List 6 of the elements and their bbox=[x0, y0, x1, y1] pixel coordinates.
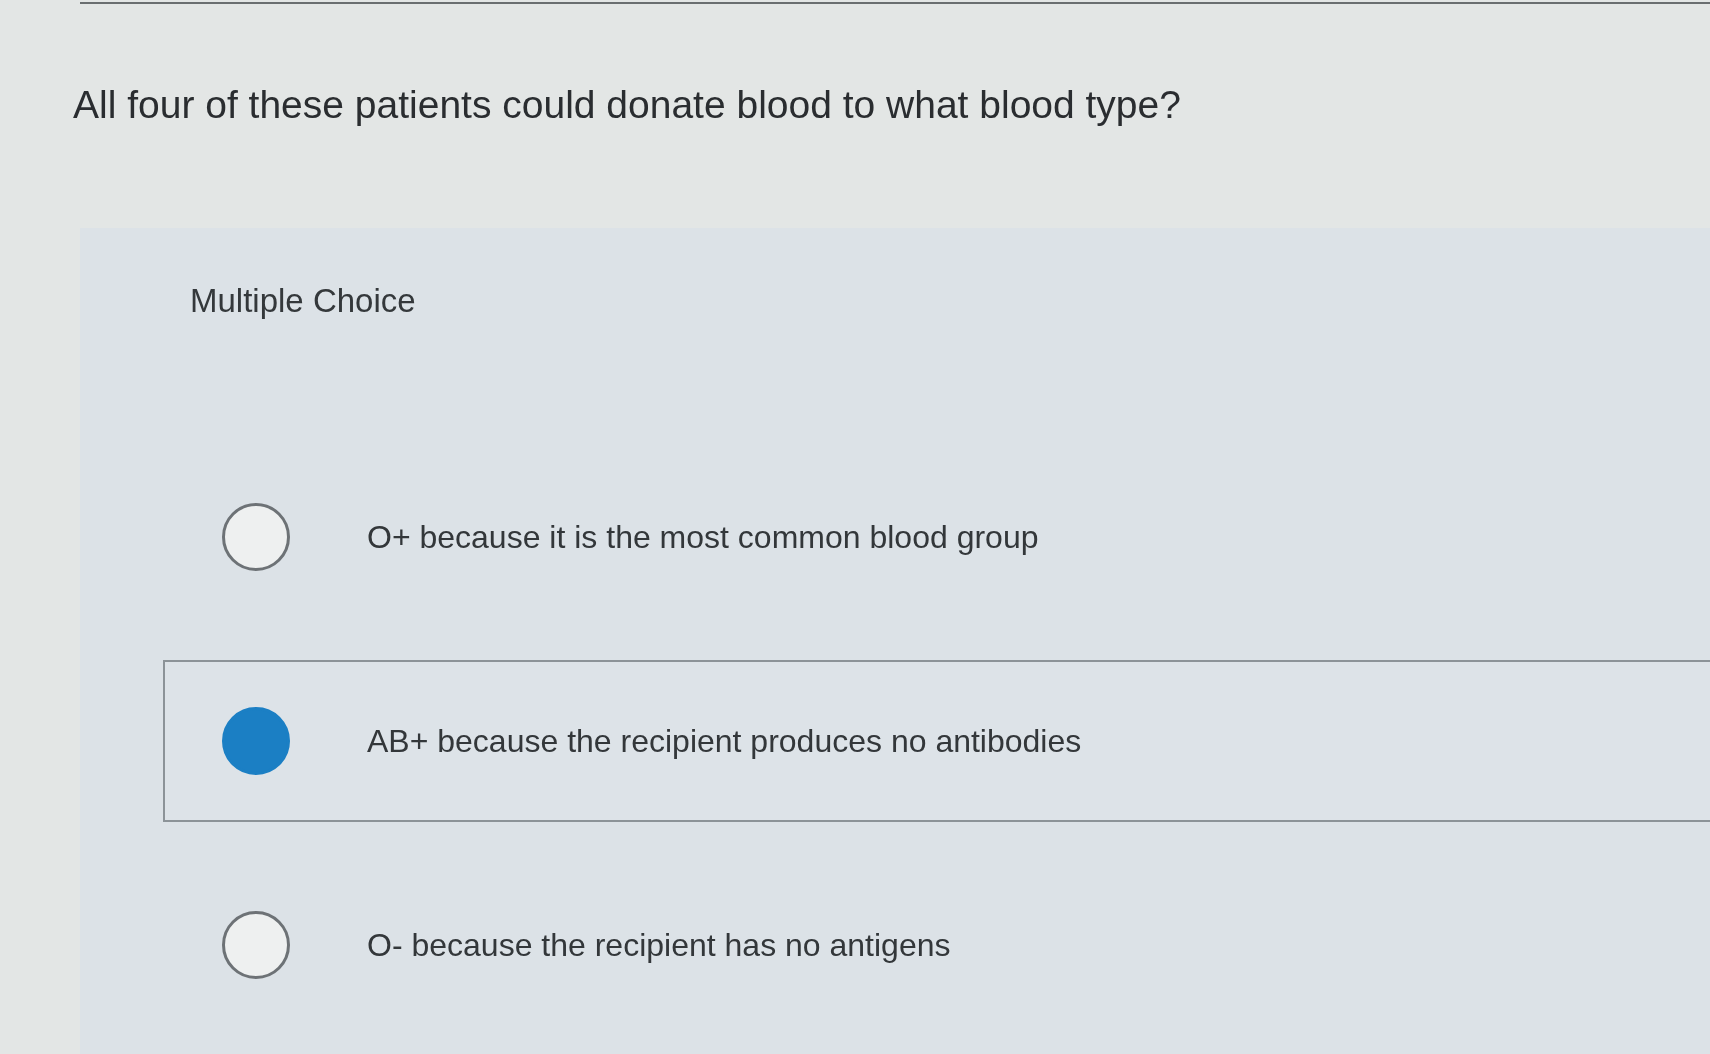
question-type-label: Multiple Choice bbox=[190, 282, 416, 320]
option-text[interactable]: AB+ because the recipient produces no antibodies bbox=[367, 722, 1082, 760]
option-text[interactable]: O- because the recipient has no antigens bbox=[367, 926, 951, 964]
question-text: All four of these patients could donate blood to what blood type? bbox=[73, 82, 1181, 128]
option-text[interactable]: O+ because it is the most common blood group bbox=[367, 518, 1039, 556]
selected-option-box[interactable]: AB+ because the recipient produces no antibodies bbox=[163, 660, 1710, 822]
